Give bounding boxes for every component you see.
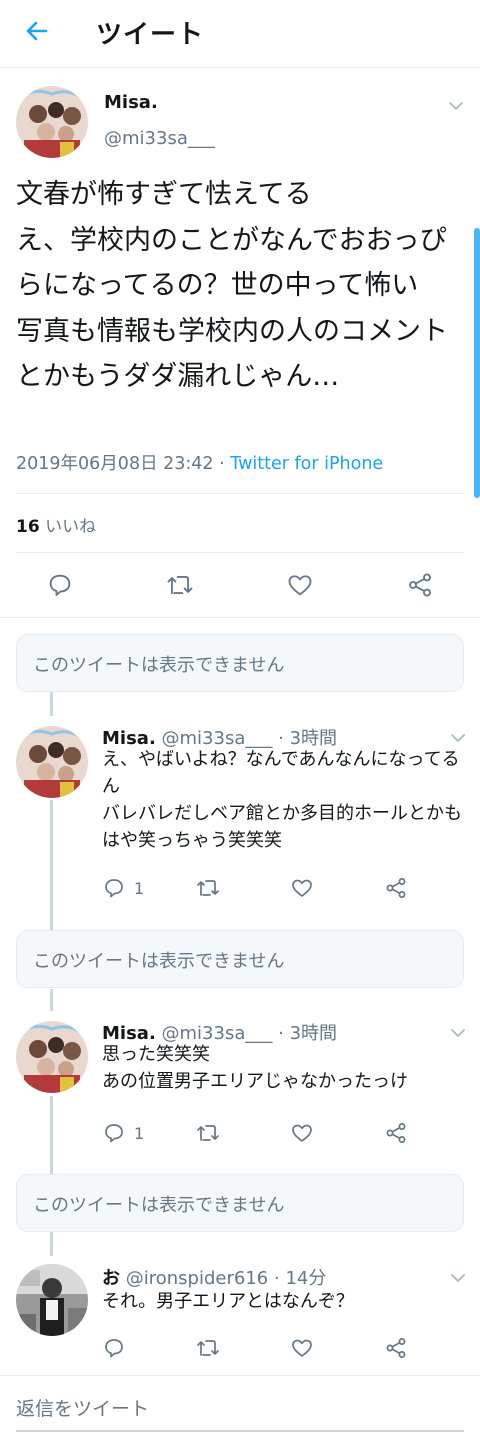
- reply-tweet[interactable]: お @ironspider616 · 14分 それ。男子エリアとはなんぞ？: [0, 1256, 480, 1374]
- divider: [0, 617, 480, 618]
- back-arrow-icon: [26, 21, 48, 41]
- reply-actions: [0, 1328, 480, 1368]
- retweet-button[interactable]: [195, 1328, 221, 1368]
- compose-underline: [16, 1430, 464, 1432]
- avatar[interactable]: [16, 1021, 88, 1093]
- tweet-text: 文春が怖すぎて怯えてる え、学校内のことがなんでおおっぴらになってるの？世の中っ…: [16, 179, 448, 392]
- chevron-down-icon[interactable]: [448, 98, 464, 114]
- divider: [16, 552, 464, 553]
- reply-button[interactable]: 1: [102, 868, 144, 908]
- unavailable-tweet: このツイートは表示できません: [16, 1174, 464, 1232]
- retweet-icon: [197, 1125, 219, 1141]
- tweet-source[interactable]: Twitter for iPhone: [230, 454, 383, 474]
- retweet-button[interactable]: [195, 868, 221, 908]
- avatar[interactable]: [16, 726, 88, 798]
- unavailable-tweet: このツイートは表示できません: [16, 634, 464, 692]
- reply-button[interactable]: 1: [102, 1113, 144, 1153]
- chevron-down-icon[interactable]: [450, 730, 466, 746]
- author-handle[interactable]: @ironspider616: [126, 1268, 269, 1289]
- reply-count: 1: [134, 1123, 145, 1143]
- reply-time[interactable]: 14分: [285, 1268, 326, 1289]
- retweet-button[interactable]: [165, 565, 195, 605]
- page-title: ツイート: [96, 20, 205, 50]
- chevron-down-icon[interactable]: [450, 1270, 466, 1286]
- like-button[interactable]: [290, 1328, 314, 1368]
- avatar[interactable]: [16, 86, 88, 158]
- like-icon: [292, 1124, 312, 1142]
- like-icon: [292, 1339, 312, 1357]
- reply-button[interactable]: [46, 565, 74, 605]
- reply-text: 思った笑笑笑 あの位置男子エリアじゃなかったっけ: [102, 1044, 408, 1092]
- like-button[interactable]: [286, 565, 314, 605]
- share-icon: [386, 1123, 406, 1143]
- author-name[interactable]: お: [102, 1268, 120, 1289]
- like-button[interactable]: [290, 1113, 314, 1153]
- meta-separator: ·: [213, 454, 231, 474]
- like-button[interactable]: [290, 868, 314, 908]
- likes-count: 16: [16, 517, 40, 537]
- thread-line: [50, 1232, 53, 1256]
- like-icon: [292, 879, 312, 897]
- thread-line: [50, 692, 53, 716]
- divider: [0, 1375, 480, 1376]
- share-button[interactable]: [384, 1113, 408, 1153]
- divider: [16, 493, 464, 494]
- reply-tweet[interactable]: Misa. @mi33sa___ · 3時間 え、やばいよね？なんであんなんにな…: [0, 716, 480, 930]
- author-name[interactable]: Misa.: [104, 92, 158, 113]
- thread-line: [50, 989, 53, 1011]
- reply-text: え、やばいよね？なんであんなんになってるん バレバレだしベア館とか多目的ホールと…: [102, 749, 462, 851]
- share-button[interactable]: [384, 868, 408, 908]
- reply-tweet[interactable]: Misa. @mi33sa___ · 3時間 思った笑笑笑 あの位置男子エリアじ…: [0, 1011, 480, 1174]
- share-button[interactable]: [406, 565, 434, 605]
- retweet-icon: [197, 880, 219, 896]
- reply-icon: [105, 1124, 123, 1143]
- avatar[interactable]: [16, 1264, 88, 1336]
- unavailable-tweet: このツイートは表示できません: [16, 930, 464, 988]
- author-handle[interactable]: @mi33sa___: [104, 128, 215, 149]
- reply-actions: 1: [0, 1113, 480, 1153]
- share-icon: [409, 573, 431, 597]
- scrollbar[interactable]: [474, 228, 480, 498]
- back-button[interactable]: [22, 16, 52, 46]
- retweet-icon: [167, 576, 193, 594]
- top-bar: ツイート: [0, 0, 480, 68]
- reply-text: それ。男子エリアとはなんぞ？: [102, 1291, 354, 1312]
- reply-icon: [105, 1339, 123, 1358]
- reply-actions: 1: [0, 868, 480, 908]
- time-separator: ·: [273, 1268, 280, 1289]
- reply-icon: [105, 879, 123, 898]
- reply-count: 1: [134, 878, 145, 898]
- reply-header: お @ironspider616 · 14分: [102, 1264, 326, 1290]
- likes-label: いいね: [45, 517, 97, 537]
- share-icon: [386, 878, 406, 898]
- likes-stat[interactable]: 16 いいね: [16, 512, 96, 537]
- share-button[interactable]: [384, 1328, 408, 1368]
- tweet-date: 2019年06月08日 23:42: [16, 454, 214, 474]
- reply-button[interactable]: [102, 1328, 126, 1368]
- retweet-button[interactable]: [195, 1113, 221, 1153]
- retweet-icon: [197, 1340, 219, 1356]
- reply-icon: [49, 574, 71, 596]
- share-icon: [386, 1338, 406, 1358]
- chevron-down-icon[interactable]: [450, 1025, 466, 1041]
- main-actions: [0, 565, 480, 605]
- tweet-meta: 2019年06月08日 23:42 · Twitter for iPhone: [16, 450, 383, 475]
- like-icon: [288, 575, 312, 596]
- reply-compose-input[interactable]: 返信をツイート: [16, 1394, 149, 1421]
